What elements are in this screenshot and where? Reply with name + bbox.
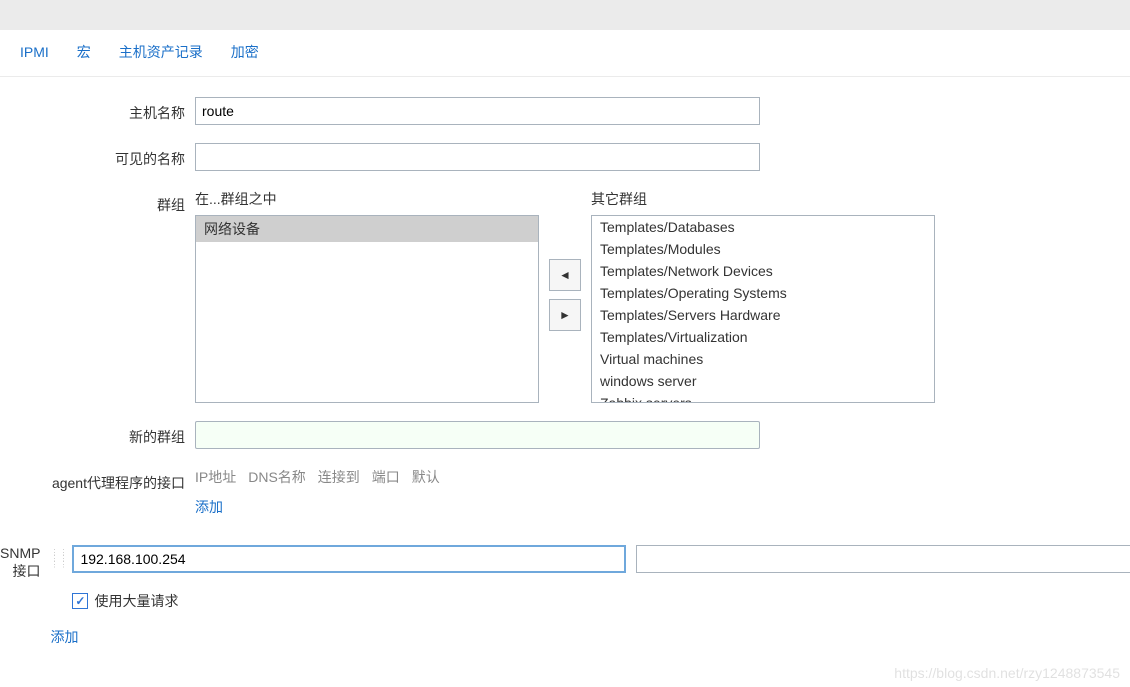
in-groups-header: 在...群组之中	[195, 189, 539, 215]
tab-inventory[interactable]: 主机资产记录	[119, 42, 203, 62]
tab-macro[interactable]: 宏	[77, 42, 91, 62]
list-item[interactable]: Templates/Virtualization	[592, 326, 934, 348]
list-item[interactable]: windows server	[592, 370, 934, 392]
label-snmp-interface: SNMP接口	[0, 539, 50, 581]
bulk-checkbox[interactable]	[72, 593, 88, 609]
list-item[interactable]: Templates/Network Devices	[592, 260, 934, 282]
snmp-dns-input[interactable]	[636, 545, 1130, 573]
move-right-button[interactable]: ►	[549, 299, 581, 331]
snmp-ip-input[interactable]	[72, 545, 625, 573]
in-groups-listbox[interactable]: 网络设备	[195, 215, 539, 403]
list-item[interactable]: Templates/Modules	[592, 238, 934, 260]
hostname-input[interactable]	[195, 97, 760, 125]
other-groups-listbox[interactable]: Templates/Databases Templates/Modules Te…	[591, 215, 935, 403]
iface-head-dns: DNS名称	[248, 467, 306, 487]
label-groups: 群组	[0, 189, 195, 215]
label-newgroup: 新的群组	[0, 421, 195, 447]
watermark-text: https://blog.csdn.net/rzy1248873545	[894, 665, 1120, 681]
list-item[interactable]: Virtual machines	[592, 348, 934, 370]
list-item[interactable]: Templates/Servers Hardware	[592, 304, 934, 326]
list-item[interactable]: 网络设备	[196, 216, 538, 242]
visiblename-input[interactable]	[195, 143, 760, 171]
tab-ipmi[interactable]: IPMI	[20, 44, 49, 60]
snmp-add-link[interactable]: 添加	[50, 629, 78, 645]
iface-head-connect: 连接到	[318, 467, 360, 487]
top-bar	[0, 0, 1130, 30]
bulk-label: 使用大量请求	[94, 591, 178, 611]
new-group-input[interactable]	[195, 421, 760, 449]
other-groups-header: 其它群组	[591, 189, 935, 215]
tabs-bar: IPMI 宏 主机资产记录 加密	[0, 30, 1130, 77]
list-item[interactable]: Zabbix servers	[592, 392, 934, 403]
iface-head-ip: IP地址	[195, 467, 236, 487]
move-left-button[interactable]: ◄	[549, 259, 581, 291]
iface-head-port: 端口	[372, 467, 400, 487]
label-hostname: 主机名称	[0, 97, 195, 123]
list-item[interactable]: Templates/Operating Systems	[592, 282, 934, 304]
host-form: 主机名称 可见的名称 群组 在...群组之中 网络设备 ◄ ►	[0, 77, 1130, 647]
agent-add-link[interactable]: 添加	[195, 499, 223, 515]
drag-handle-icon[interactable]: ⋮⋮⋮⋮⋮⋮	[50, 551, 62, 567]
label-visiblename: 可见的名称	[0, 143, 195, 169]
tab-encrypt[interactable]: 加密	[231, 42, 259, 62]
label-agent-interface: agent代理程序的接口	[0, 467, 195, 493]
list-item[interactable]: Templates/Databases	[592, 216, 934, 238]
iface-head-default: 默认	[412, 467, 440, 487]
